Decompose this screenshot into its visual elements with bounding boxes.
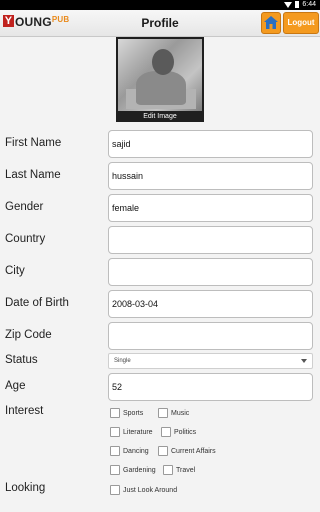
dob-field[interactable]: 2008-03-04 [108, 290, 313, 318]
checkbox-label: Music [171, 409, 190, 417]
zip-label: Zip Code [5, 329, 52, 341]
age-label: Age [5, 380, 26, 392]
checkbox-box [158, 446, 168, 456]
interest-current-affairs-checkbox[interactable]: Current Affairs [158, 446, 216, 456]
status-bar: 6:44 [0, 0, 320, 10]
checkbox-box [110, 485, 120, 495]
checkbox-box [161, 427, 171, 437]
interest-politics-checkbox[interactable]: Politics [161, 427, 196, 437]
app-header: Y OUNGPUB Profile Logout [0, 10, 320, 37]
checkbox-box [110, 446, 120, 456]
checkbox-label: Just Look Around [123, 486, 178, 494]
interest-travel-checkbox[interactable]: Travel [163, 465, 195, 475]
interest-sports-checkbox[interactable]: Sports [110, 408, 143, 418]
looking-label: Looking [5, 482, 46, 494]
checkbox-label: Literature [123, 428, 153, 436]
first-name-field[interactable]: sajid [108, 130, 313, 158]
status-label: Status [5, 354, 38, 366]
checkbox-box [158, 408, 168, 418]
interest-gardening-checkbox[interactable]: Gardening [110, 465, 156, 475]
interest-literature-checkbox[interactable]: Literature [110, 427, 153, 437]
interest-label: Interest [5, 405, 44, 417]
home-button[interactable] [261, 12, 281, 34]
checkbox-label: Dancing [123, 447, 149, 455]
checkbox-box [110, 427, 120, 437]
country-field[interactable] [108, 226, 313, 254]
status-select-value: Single [114, 358, 131, 364]
checkbox-label: Sports [123, 409, 144, 417]
dob-label: Date of Birth [5, 297, 69, 309]
profile-image [118, 39, 202, 111]
country-label: Country [5, 233, 46, 245]
zip-field[interactable] [108, 322, 313, 350]
gender-field[interactable]: female [108, 194, 313, 222]
interest-dancing-checkbox[interactable]: Dancing [110, 446, 149, 456]
gender-label: Gender [5, 201, 44, 213]
checkbox-label: Current Affairs [171, 447, 216, 455]
wifi-icon [284, 1, 293, 8]
battery-icon [295, 1, 300, 8]
interest-music-checkbox[interactable]: Music [158, 408, 189, 418]
last-name-label: Last Name [5, 169, 61, 181]
checkbox-label: Gardening [123, 466, 156, 474]
profile-photo[interactable]: Edit Image [116, 37, 204, 122]
status-time: 6:44 [302, 1, 316, 8]
logout-button[interactable]: Logout [283, 12, 319, 34]
city-field[interactable] [108, 258, 313, 286]
chevron-down-icon [301, 359, 307, 363]
last-name-field[interactable]: hussain [108, 162, 313, 190]
home-icon [264, 16, 278, 29]
status-select[interactable]: Single [108, 353, 313, 369]
checkbox-label: Travel [176, 466, 196, 474]
checkbox-label: Politics [174, 428, 197, 436]
looking-just-look-around-checkbox[interactable]: Just Look Around [110, 485, 177, 495]
edit-image-button[interactable]: Edit Image [116, 111, 204, 122]
checkbox-box [110, 465, 120, 475]
first-name-label: First Name [5, 137, 62, 149]
checkbox-box [163, 465, 173, 475]
city-label: City [5, 265, 25, 277]
age-field[interactable]: 52 [108, 373, 313, 401]
checkbox-box [110, 408, 120, 418]
